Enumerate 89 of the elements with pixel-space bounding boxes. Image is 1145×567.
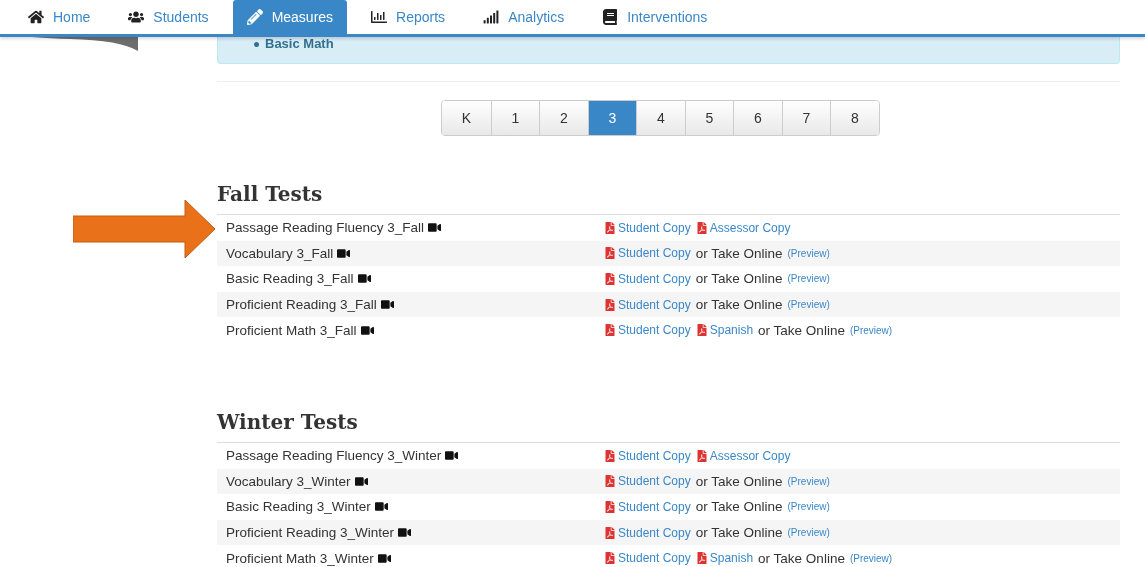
pdf-icon xyxy=(695,552,708,565)
pdf-link[interactable]: Assessor Copy xyxy=(695,448,791,463)
nav-tab[interactable]: Interventions xyxy=(588,0,722,34)
grade-button[interactable]: 3 xyxy=(587,101,637,135)
pdf-link[interactable]: Student Copy xyxy=(604,448,691,463)
test-name: Passage Reading Fluency 3_Winter xyxy=(226,448,442,464)
pdf-link[interactable]: Student Copy xyxy=(604,499,691,514)
video-camera-icon[interactable] xyxy=(354,474,368,488)
preview-link[interactable]: (Preview) xyxy=(787,247,830,259)
nav-tab[interactable]: Students xyxy=(114,0,223,34)
preview-link[interactable]: (Preview) xyxy=(787,475,830,487)
pencil-icon xyxy=(246,9,263,25)
signal-bars-icon xyxy=(483,9,500,25)
grade-button[interactable]: 1 xyxy=(490,101,540,135)
take-online-text: or Take Online xyxy=(695,245,783,261)
video-camera-icon[interactable] xyxy=(377,551,391,565)
pdf-link[interactable]: Spanish xyxy=(695,323,754,338)
test-name: Basic Reading 3_Fall xyxy=(226,271,354,287)
pdf-link[interactable]: Student Copy xyxy=(604,246,691,261)
home-icon xyxy=(28,9,44,25)
pdf-icon xyxy=(695,449,708,462)
grade-button[interactable]: 2 xyxy=(539,101,588,135)
pdf-link[interactable]: Student Copy xyxy=(604,474,691,489)
pdf-icon xyxy=(604,247,616,260)
pdf-icon xyxy=(604,449,616,462)
preview-link[interactable]: (Preview) xyxy=(849,552,893,564)
bullet-icon xyxy=(254,42,259,47)
pdf-link[interactable]: Spanish xyxy=(695,551,754,566)
take-online-text: or Take Online xyxy=(758,322,845,338)
pdf-icon xyxy=(695,324,708,337)
video-camera-icon[interactable] xyxy=(380,298,394,312)
test-name: Proficient Math 3_Fall xyxy=(226,322,357,338)
take-online-text: or Take Online xyxy=(695,499,783,515)
preview-link[interactable]: (Preview) xyxy=(787,527,830,539)
pdf-icon xyxy=(604,273,616,285)
pdf-link[interactable]: Student Copy xyxy=(604,323,691,338)
section-heading: Winter Tests xyxy=(217,409,359,434)
video-camera-icon[interactable] xyxy=(360,323,374,337)
video-camera-icon[interactable] xyxy=(337,246,351,260)
nav-tab[interactable]: Analytics xyxy=(469,0,579,34)
video-camera-icon[interactable] xyxy=(398,526,412,540)
take-online-text: or Take Online xyxy=(695,525,783,541)
pdf-icon xyxy=(604,500,616,513)
video-camera-icon[interactable] xyxy=(374,500,388,514)
pdf-link[interactable]: Assessor Copy xyxy=(695,220,791,235)
preview-link[interactable]: (Preview) xyxy=(787,299,830,311)
preview-link[interactable]: (Preview) xyxy=(849,324,893,336)
take-online-text: or Take Online xyxy=(758,550,845,566)
pdf-link[interactable]: Student Copy xyxy=(604,525,691,540)
test-name: Passage Reading Fluency 3_Fall xyxy=(226,220,425,236)
info-list-item: Basic Math xyxy=(265,37,334,51)
test-name: Vocabulary 3_Fall xyxy=(226,245,334,261)
pdf-link[interactable]: Student Copy xyxy=(604,551,691,566)
nav-tab[interactable]: Measures xyxy=(232,0,348,34)
pdf-link[interactable]: Student Copy xyxy=(604,297,691,312)
grade-button[interactable]: 8 xyxy=(830,101,879,135)
pdf-icon xyxy=(604,475,616,488)
take-online-text: or Take Online xyxy=(695,297,783,313)
video-camera-icon[interactable] xyxy=(428,221,442,235)
grade-button[interactable]: K xyxy=(442,101,491,135)
test-name: Vocabulary 3_Winter xyxy=(226,473,351,489)
test-name: Basic Reading 3_Winter xyxy=(226,499,371,515)
nav-tab[interactable]: Home xyxy=(14,0,105,34)
take-online-text: or Take Online xyxy=(695,271,783,287)
bar-chart-icon xyxy=(371,9,388,25)
section-heading: Fall Tests xyxy=(217,182,324,206)
grade-button[interactable]: 7 xyxy=(781,101,831,135)
grade-button[interactable]: 5 xyxy=(684,101,734,135)
test-name: Proficient Reading 3_Winter xyxy=(226,525,395,541)
video-camera-icon[interactable] xyxy=(357,272,371,286)
pdf-icon xyxy=(604,526,616,539)
grade-button[interactable]: 6 xyxy=(733,101,782,135)
video-camera-icon[interactable] xyxy=(445,449,459,463)
preview-link[interactable]: (Preview) xyxy=(787,501,830,513)
pdf-link[interactable]: Student Copy xyxy=(604,220,691,235)
preview-link[interactable]: (Preview) xyxy=(787,273,830,285)
test-name: Proficient Reading 3_Fall xyxy=(226,297,377,313)
take-online-text: or Take Online xyxy=(695,473,783,489)
pdf-icon xyxy=(604,324,616,337)
test-name: Proficient Math 3_Winter xyxy=(226,550,374,566)
pdf-icon xyxy=(604,552,616,565)
pdf-icon xyxy=(695,221,708,234)
grade-button[interactable]: 4 xyxy=(636,101,685,135)
pdf-icon xyxy=(604,298,616,311)
book-icon xyxy=(602,9,619,25)
users-icon xyxy=(128,9,145,25)
pdf-link[interactable]: Student Copy xyxy=(604,272,691,286)
nav-tab[interactable]: Reports xyxy=(357,0,460,34)
pdf-icon xyxy=(604,221,616,234)
